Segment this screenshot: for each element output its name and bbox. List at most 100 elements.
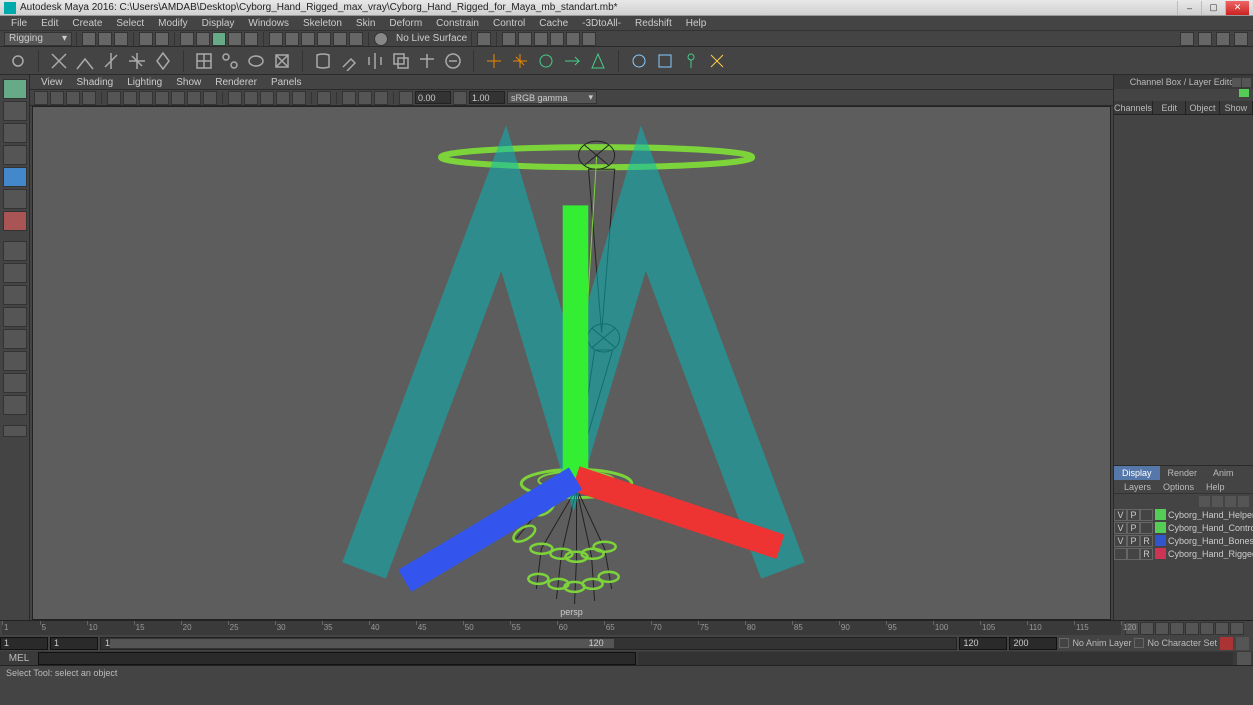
menu-display[interactable]: Display: [195, 18, 242, 29]
construction-history-icon[interactable]: [477, 32, 491, 46]
snap-plane-icon[interactable]: [317, 32, 331, 46]
layer-tab-anim[interactable]: Anim: [1205, 466, 1242, 480]
camera-attr-icon[interactable]: [50, 91, 64, 105]
gamma-icon[interactable]: [453, 91, 467, 105]
exposure-field[interactable]: [415, 91, 451, 104]
layout-two-v-icon[interactable]: [3, 307, 27, 327]
panel-menu-renderer[interactable]: Renderer: [208, 77, 264, 88]
snap-live-icon[interactable]: [333, 32, 347, 46]
workspace-dropdown[interactable]: Rigging ▾: [4, 32, 72, 46]
layer-p-toggle[interactable]: P: [1127, 522, 1140, 534]
layer-v-toggle[interactable]: V: [1114, 509, 1127, 521]
menu-modify[interactable]: Modify: [151, 18, 194, 29]
gamma-field[interactable]: [469, 91, 505, 104]
panel-menu-shading[interactable]: Shading: [70, 77, 121, 88]
layout-out-icon[interactable]: [3, 351, 27, 371]
select-hier-icon[interactable]: [196, 32, 210, 46]
layer-tab-display[interactable]: Display: [1114, 466, 1160, 480]
cb-tab-channels[interactable]: Channels: [1114, 101, 1153, 114]
cmd-lang-label[interactable]: MEL: [0, 653, 38, 664]
render-view-icon[interactable]: [566, 32, 580, 46]
rotate-tool-icon[interactable]: [3, 167, 27, 187]
panel-toggle-3-icon[interactable]: [1216, 32, 1230, 46]
last-tool-icon[interactable]: [3, 211, 27, 231]
xray-joints-icon[interactable]: [358, 91, 372, 105]
xray-icon[interactable]: [342, 91, 356, 105]
colorspace-dropdown[interactable]: sRGB gamma ▾: [507, 91, 597, 104]
joint-tool-icon[interactable]: [49, 51, 69, 71]
select-camera-icon[interactable]: [34, 91, 48, 105]
layer-v-toggle[interactable]: V: [1114, 522, 1127, 534]
play-forward-icon[interactable]: [1185, 622, 1199, 635]
anim-prefs-icon[interactable]: [1236, 637, 1249, 650]
cb-tab-edit[interactable]: Edit: [1153, 101, 1186, 114]
orient-joint-icon[interactable]: [127, 51, 147, 71]
hammer-weights-icon[interactable]: [417, 51, 437, 71]
menu-windows[interactable]: Windows: [241, 18, 296, 29]
range-slider[interactable]: 1 120: [100, 637, 957, 650]
blend-shape-icon[interactable]: [246, 51, 266, 71]
panel-close-icon[interactable]: [1242, 78, 1251, 87]
panel-dock-icon[interactable]: [1232, 78, 1241, 87]
cb-tab-object[interactable]: Object: [1186, 101, 1219, 114]
layer-row[interactable]: RCyborg_Hand_Rigged: [1114, 547, 1253, 560]
undo-icon[interactable]: [139, 32, 153, 46]
layer-menu-options[interactable]: Options: [1157, 482, 1200, 492]
anim-layer-check[interactable]: [1059, 638, 1069, 648]
grid-toggle-icon[interactable]: [107, 91, 121, 105]
new-scene-icon[interactable]: [82, 32, 96, 46]
select-obj-icon[interactable]: [212, 32, 226, 46]
panel-menu-view[interactable]: View: [34, 77, 70, 88]
layer-color-swatch[interactable]: [1155, 548, 1166, 559]
layer-v-toggle[interactable]: [1114, 548, 1127, 560]
panel-toggle-4-icon[interactable]: [1234, 32, 1248, 46]
layout-persp-icon[interactable]: [3, 373, 27, 393]
select-comp-icon[interactable]: [228, 32, 242, 46]
layer-p-toggle[interactable]: P: [1127, 535, 1140, 547]
select-mode-icon[interactable]: [180, 32, 194, 46]
smooth-shade-icon[interactable]: [244, 91, 258, 105]
layer-row[interactable]: VPCyborg_Hand_Control: [1114, 521, 1253, 534]
make-live-icon[interactable]: [374, 32, 388, 46]
menu-skin[interactable]: Skin: [349, 18, 382, 29]
mirror-joint-icon[interactable]: [101, 51, 121, 71]
wireframe-icon[interactable]: [228, 91, 242, 105]
menu-select[interactable]: Select: [109, 18, 151, 29]
layer-r-toggle[interactable]: [1140, 509, 1153, 521]
move-layer-up-icon[interactable]: [1199, 496, 1210, 507]
anim-end-field[interactable]: [1009, 637, 1057, 650]
quick-rig-icon[interactable]: [681, 51, 701, 71]
constraint-parent-icon[interactable]: [536, 51, 556, 71]
bind-skin-icon[interactable]: [313, 51, 333, 71]
minimize-button[interactable]: –: [1177, 1, 1201, 15]
open-scene-icon[interactable]: [98, 32, 112, 46]
scale-tool-icon[interactable]: [3, 189, 27, 209]
paint-weights-icon[interactable]: [339, 51, 359, 71]
bookmark-icon[interactable]: [66, 91, 80, 105]
wrap-icon[interactable]: [272, 51, 292, 71]
step-back-key-icon[interactable]: [1140, 622, 1154, 635]
use-lights-icon[interactable]: [276, 91, 290, 105]
film-gate-icon[interactable]: [123, 91, 137, 105]
safe-title-icon[interactable]: [203, 91, 217, 105]
char-set-check[interactable]: [1134, 638, 1144, 648]
paint-select-tool-icon[interactable]: [3, 123, 27, 143]
play-back-icon[interactable]: [1170, 622, 1184, 635]
layout-four-icon[interactable]: [3, 263, 27, 283]
hypershade-icon[interactable]: [550, 32, 564, 46]
menu-dtoall[interactable]: -3DtoAll-: [575, 18, 628, 29]
menu-cache[interactable]: Cache: [532, 18, 575, 29]
set-driven-key-icon[interactable]: [629, 51, 649, 71]
layer-menu-help[interactable]: Help: [1200, 482, 1231, 492]
cb-tab-show[interactable]: Show: [1220, 101, 1253, 114]
exposure-icon[interactable]: [399, 91, 413, 105]
isolate-select-icon[interactable]: [317, 91, 331, 105]
menu-file[interactable]: File: [4, 18, 34, 29]
res-gate-icon[interactable]: [139, 91, 153, 105]
layer-r-toggle[interactable]: R: [1140, 548, 1153, 560]
image-plane-icon[interactable]: [82, 91, 96, 105]
select-mask-icon[interactable]: [244, 32, 258, 46]
lattice-icon[interactable]: [194, 51, 214, 71]
menu-edit[interactable]: Edit: [34, 18, 65, 29]
range-start-field[interactable]: [50, 637, 98, 650]
